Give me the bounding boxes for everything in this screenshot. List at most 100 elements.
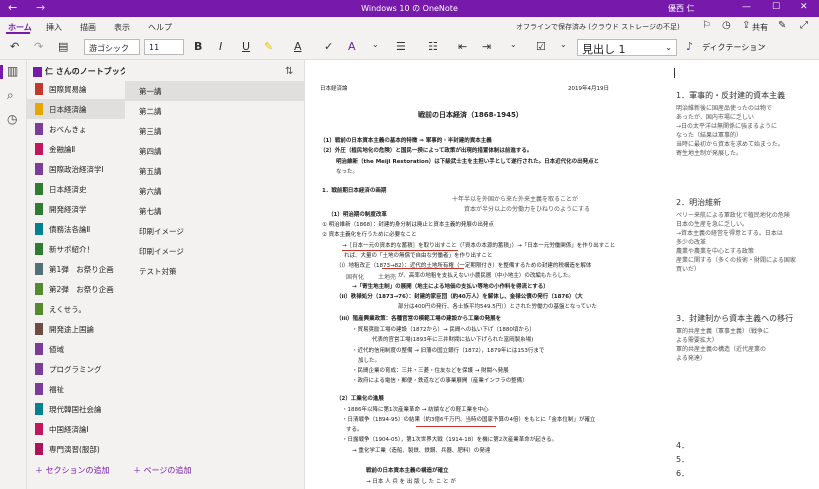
page-label: 第一講 <box>139 87 162 96</box>
bell-icon[interactable]: ⚐ <box>702 20 711 31</box>
section-item[interactable]: 債務法各論Ⅱ <box>27 219 125 239</box>
font-color-icon[interactable]: A <box>294 40 302 53</box>
tab-help[interactable]: ヘルプ <box>148 22 172 33</box>
section-item[interactable]: 日本経済論 <box>27 99 125 119</box>
notebook-selector[interactable]: 仁 さんのノートブック ⌄ <box>33 66 137 77</box>
microphone-icon[interactable]: ♪ <box>686 40 693 53</box>
doc-line: ② 資本主義化を行うために必要なこと <box>322 232 417 238</box>
numbering-icon[interactable]: ☷ <box>428 40 438 53</box>
text-effects-icon[interactable]: A <box>348 40 356 53</box>
section-label: えくせう。 <box>49 305 86 314</box>
page-item[interactable]: 印刷イメージ <box>125 241 305 261</box>
tag-chevron-icon[interactable]: ⌄ <box>560 40 567 49</box>
notebooks-icon[interactable]: ▥ <box>7 64 18 78</box>
page-label: 第六講 <box>139 187 162 196</box>
add-page-button[interactable]: ＋ ページの追加 <box>133 465 191 476</box>
page-item[interactable]: 第六講 <box>125 181 305 201</box>
user-name[interactable]: 優西 仁 <box>668 3 695 14</box>
section-item[interactable]: 第1弾 お祭り企画 <box>27 259 125 279</box>
section-label: 現代韓国社会論 <box>49 405 102 414</box>
section-label: 債務法各論Ⅱ <box>49 225 91 234</box>
share-icon[interactable]: ⇪ <box>742 20 750 31</box>
section-item[interactable]: 日本経済史 <box>27 179 125 199</box>
minimize-button[interactable]: — <box>742 2 751 12</box>
page-canvas[interactable]: 日本経済論 2019年4月19日 戦前の日本経済（1868-1945） （1）戦… <box>306 60 819 489</box>
underline-button[interactable]: U <box>242 40 250 53</box>
doc-header-left: 日本経済論 <box>320 86 348 92</box>
section-item[interactable]: えくせう。 <box>27 299 125 319</box>
section-color-tab <box>35 283 43 295</box>
font-name-box[interactable]: 游ゴシック <box>84 39 140 55</box>
page-label: 第四講 <box>139 147 162 156</box>
doc-line: が、高率の地租を支払えない小農民層（中小地主）の改編もたらした。 <box>398 273 574 279</box>
search-icon[interactable]: ⌕ <box>7 88 14 103</box>
add-section-button[interactable]: ＋ セクションの追加 <box>35 465 110 476</box>
section-item[interactable]: 国際政治経済学Ⅰ <box>27 159 125 179</box>
section-item[interactable]: おべんきょ <box>27 119 125 139</box>
handwritten-note: 軍的共産主義の構造（近代産業の <box>676 346 767 353</box>
tab-draw[interactable]: 描画 <box>80 22 96 33</box>
handwritten-note: よる需要拡大） <box>676 337 718 344</box>
section-color-tab <box>35 203 43 215</box>
dictate-chevron-icon[interactable]: ⌄ <box>760 40 767 49</box>
page-item[interactable]: テスト対策 <box>125 261 305 281</box>
list-chevron-icon[interactable]: ⌄ <box>510 40 517 49</box>
page-item[interactable]: 印刷イメージ <box>125 221 305 241</box>
text-cursor <box>674 68 675 78</box>
section-item[interactable]: 第2弾 お祭り企画 <box>27 279 125 299</box>
tab-insert[interactable]: 挿入 <box>46 22 62 33</box>
bold-button[interactable]: B <box>194 40 202 53</box>
indent-icon[interactable]: ⇥ <box>482 40 491 53</box>
page-item[interactable]: 第四講 <box>125 141 305 161</box>
outdent-icon[interactable]: ⇤ <box>458 40 467 53</box>
more-chevron-icon[interactable]: ⌄ <box>372 40 379 49</box>
doc-line: する。 <box>346 427 363 433</box>
recent-icon[interactable]: ◷ <box>7 112 17 126</box>
clipboard-icon[interactable]: ▤ <box>58 40 68 53</box>
format-painter-icon[interactable]: ✓ <box>324 40 333 53</box>
page-item[interactable]: 第一講 <box>125 81 305 101</box>
close-button[interactable]: ✕ <box>800 2 808 12</box>
sort-icon[interactable]: ⇅ <box>285 66 293 77</box>
highlight-icon[interactable]: ✎ <box>264 40 273 53</box>
page-item[interactable]: 第五講 <box>125 161 305 181</box>
doc-line: 戦前の日本資本主義の構造が確立 <box>366 468 449 474</box>
section-item[interactable]: 国際貿易論 <box>27 79 125 99</box>
section-item[interactable]: 福祉 <box>27 379 125 399</box>
page-item[interactable]: 第七講 <box>125 201 305 221</box>
bullets-icon[interactable]: ☰ <box>396 40 406 53</box>
page-item[interactable]: 第三講 <box>125 121 305 141</box>
italic-button[interactable]: I <box>219 40 222 53</box>
note-heading: 2．明治維新 <box>676 198 722 207</box>
notifications-icon[interactable]: ◷ <box>722 20 731 31</box>
section-item[interactable]: 値域 <box>27 339 125 359</box>
section-item[interactable]: 中国経済論Ⅰ <box>27 419 125 439</box>
expand-icon[interactable]: ⤢ <box>800 20 808 31</box>
page-item[interactable]: 第二講 <box>125 101 305 121</box>
section-item[interactable]: 開発経済学 <box>27 199 125 219</box>
note-number: 4． <box>676 441 690 450</box>
style-dropdown[interactable]: 見出し 1 ⌄ <box>577 39 677 56</box>
handwritten-note: 当時に最初から資本を求めて始まった。 <box>676 141 784 148</box>
dictate-button[interactable]: ディクテーション <box>702 42 765 53</box>
font-size-box[interactable]: 11 <box>144 39 184 55</box>
section-label: 中国経済論Ⅰ <box>49 425 89 434</box>
todo-tag-icon[interactable]: ☑ <box>536 40 546 53</box>
redo-icon[interactable]: ↷ <box>34 40 43 53</box>
active-tab-indicator <box>6 32 30 34</box>
section-item[interactable]: 開発途上国論 <box>27 319 125 339</box>
section-label: 国際貿易論 <box>49 85 87 94</box>
section-color-tab <box>35 383 43 395</box>
share-button[interactable]: 共有 <box>752 22 768 33</box>
section-item[interactable]: 金融論Ⅱ <box>27 139 125 159</box>
section-item[interactable]: 現代韓国社会論 <box>27 399 125 419</box>
section-item[interactable]: プログラミング <box>27 359 125 379</box>
section-item[interactable]: 専門演習(服部) <box>27 439 125 459</box>
sync-status: オフラインで保存済み (クラウド ストレージの不足) <box>516 23 680 31</box>
undo-icon[interactable]: ↶ <box>10 40 19 53</box>
pen-icon[interactable]: ✎ <box>778 20 786 31</box>
section-item[interactable]: 新サポ紹介！ <box>27 239 125 259</box>
maximize-button[interactable]: ☐ <box>772 2 780 12</box>
section-label: 開発途上国論 <box>49 325 94 334</box>
tab-view[interactable]: 表示 <box>114 22 130 33</box>
